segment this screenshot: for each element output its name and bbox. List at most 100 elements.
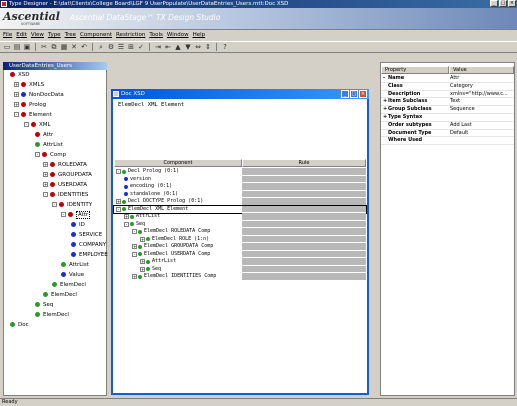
property-column-header[interactable]: Property <box>381 66 449 74</box>
tree-expander[interactable]: - <box>35 152 40 157</box>
tree-item[interactable]: - Element <box>14 110 52 119</box>
tree-expander[interactable]: + <box>14 102 19 107</box>
component-row[interactable]: - ElemDecl XML Element <box>113 204 367 214</box>
component-row[interactable]: version <box>114 175 366 183</box>
tree-expander[interactable]: - <box>24 122 29 127</box>
component-row[interactable]: encoding (0:1) <box>114 183 366 191</box>
component-column-header[interactable]: Component <box>114 159 242 167</box>
tree-item[interactable]: + USERDATA <box>43 180 87 189</box>
tree-item[interactable]: Seq <box>35 300 53 309</box>
row-expander[interactable]: + <box>132 274 137 280</box>
find-icon[interactable]: ⌕ <box>97 43 105 51</box>
property-value[interactable]: Attr <box>450 75 514 83</box>
doc-close-button[interactable]: × <box>359 90 367 98</box>
property-icon[interactable]: ☰ <box>117 43 125 51</box>
tree-item[interactable]: + ROLEDATA <box>43 160 87 169</box>
minimize-button[interactable]: _ <box>490 0 498 7</box>
property-row[interactable]: +Group Subclass Sequence <box>381 106 514 114</box>
property-row[interactable]: Description xmlns="http://www.c... <box>381 91 514 99</box>
tree-item[interactable]: XSD <box>10 70 30 79</box>
new-icon[interactable]: ▭ <box>3 43 11 51</box>
tree-expander[interactable]: - <box>43 192 48 197</box>
menu-window[interactable]: Window <box>167 31 189 40</box>
doc-minimize-button[interactable]: _ <box>341 90 349 98</box>
rule-cell[interactable] <box>242 213 366 221</box>
row-expander[interactable]: + <box>116 199 121 205</box>
tree-item[interactable]: Value <box>61 270 84 279</box>
tree-expander[interactable]: + <box>43 182 48 187</box>
menu-type[interactable]: Type <box>48 31 61 40</box>
property-value[interactable]: Category <box>450 83 514 91</box>
rule-cell[interactable] <box>242 205 366 213</box>
menu-file[interactable]: File <box>3 31 12 40</box>
help-icon[interactable]: ? <box>221 43 229 51</box>
tree-item[interactable]: Doc <box>10 320 29 329</box>
close-button[interactable]: × <box>508 0 516 7</box>
component-row[interactable]: standalone (0:1) <box>114 190 366 198</box>
property-value[interactable]: xmlns="http://www.c... <box>450 91 514 99</box>
component-row[interactable]: + Decl DOCTYPE Prolog (0:1) <box>114 198 366 206</box>
property-row[interactable]: - Name Attr <box>381 75 514 83</box>
doc-maximize-button[interactable]: □ <box>350 90 358 98</box>
component-row[interactable]: + AttrList <box>114 258 366 266</box>
delete-icon[interactable]: ✕ <box>70 43 78 51</box>
undo-icon[interactable]: ↶ <box>80 43 88 51</box>
component-row[interactable]: + Seq <box>114 265 366 273</box>
row-expander[interactable]: - <box>116 169 121 175</box>
tree-expander[interactable]: + <box>43 162 48 167</box>
tree-item[interactable]: ElemDecl <box>43 290 77 299</box>
cut-icon[interactable]: ✂ <box>40 43 48 51</box>
tree-item[interactable]: ElemDecl <box>35 310 69 319</box>
tree-item[interactable]: SERVICE <box>71 230 102 239</box>
tree-item[interactable]: - XML <box>24 120 51 129</box>
copy-icon[interactable]: ⧉ <box>50 43 58 51</box>
tree-item[interactable]: AttrList <box>35 140 63 149</box>
component-row[interactable]: - Decl Prolog (0:1) <box>114 168 366 176</box>
row-expander[interactable]: + <box>124 214 129 220</box>
rule-cell[interactable] <box>242 220 366 228</box>
menu-component[interactable]: Component <box>80 31 112 40</box>
rule-cell[interactable] <box>242 228 366 236</box>
menu-edit[interactable]: Edit <box>16 31 27 40</box>
row-expander[interactable]: - <box>132 251 137 257</box>
tree-item[interactable]: - Comp <box>35 150 66 159</box>
tree-item[interactable]: EMPLOYEE <box>71 250 108 259</box>
rule-cell[interactable] <box>242 198 366 206</box>
outdent-icon[interactable]: ⇤ <box>164 43 172 51</box>
component-row[interactable]: + ElemDecl GROUPDATA Comp <box>114 243 366 251</box>
rule-cell[interactable] <box>242 183 366 191</box>
component-row[interactable]: - Seq <box>114 220 366 228</box>
open-icon[interactable]: ▤ <box>13 43 21 51</box>
maximize-button[interactable]: □ <box>499 0 507 7</box>
tree-icon[interactable]: ⊞ <box>127 43 135 51</box>
rule-cell[interactable] <box>242 168 366 176</box>
property-row[interactable]: Class Category <box>381 83 514 91</box>
tree-item[interactable]: Attr <box>35 130 53 139</box>
tree-item[interactable]: + XMLS <box>14 80 44 89</box>
property-row[interactable]: +Item Subclass Text <box>381 98 514 107</box>
tree-item[interactable]: - Attr <box>61 210 91 219</box>
tree-expander[interactable]: - <box>52 202 57 207</box>
rule-cell[interactable] <box>242 175 366 183</box>
menu-restriction[interactable]: Restriction <box>116 31 145 40</box>
rule-cell[interactable] <box>242 258 366 266</box>
component-row[interactable]: - ElemDecl ROLEDATA Comp <box>114 228 366 236</box>
tree-item[interactable]: + GROUPDATA <box>43 170 92 179</box>
row-expander[interactable]: - <box>116 206 121 212</box>
indent-icon[interactable]: ⇥ <box>154 43 162 51</box>
down-icon[interactable]: ▼ <box>184 43 192 51</box>
tree-item[interactable]: - IDENTITY <box>52 200 92 209</box>
analyze-icon[interactable]: ⚙ <box>107 43 115 51</box>
menu-tools[interactable]: Tools <box>149 31 163 40</box>
row-expander[interactable]: - <box>124 221 129 227</box>
value-column-header[interactable]: Value <box>449 66 514 74</box>
tree-item[interactable]: + NonDocData <box>14 90 64 99</box>
tree-item[interactable]: - IDENTITIES <box>43 190 88 199</box>
property-value[interactable]: Add Last <box>450 122 514 130</box>
menu-help[interactable]: Help <box>193 31 206 40</box>
row-expander[interactable]: + <box>132 244 137 250</box>
component-row[interactable]: + ElemDecl ROLE (1:n) <box>114 235 366 243</box>
save-icon[interactable]: ▣ <box>23 43 31 51</box>
tree-item[interactable]: AttrList <box>61 260 89 269</box>
property-row[interactable]: Order subtypes Add Last <box>381 122 514 130</box>
